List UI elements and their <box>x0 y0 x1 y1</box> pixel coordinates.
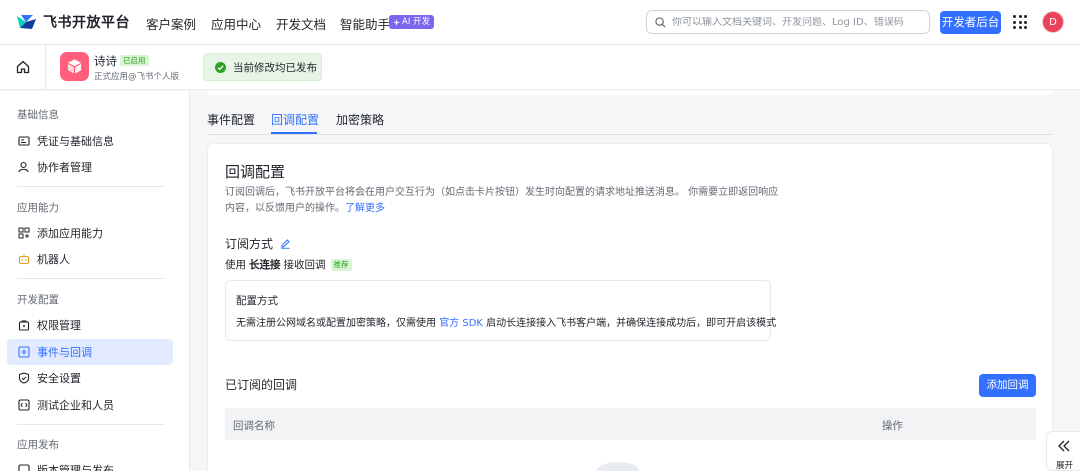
tab-encryption-strategy[interactable]: 加密策略 <box>336 111 384 128</box>
search-box[interactable] <box>646 10 930 34</box>
search-input[interactable] <box>672 16 922 28</box>
sidebar-divider <box>17 278 164 279</box>
active-tab-indicator <box>271 132 317 134</box>
shield-icon <box>18 372 30 384</box>
developer-console-button[interactable]: 开发者后台 <box>940 11 1001 34</box>
use-suffix: 接收回调 <box>283 259 326 271</box>
apps-icon <box>18 227 30 239</box>
permission-lock-icon <box>18 320 30 331</box>
use-prefix: 使用 <box>225 259 246 271</box>
sidebar-item-version-release[interactable]: 版本管理与发布 <box>7 457 173 471</box>
app-status-badge: 已启用 <box>120 55 149 66</box>
event-icon <box>18 346 30 358</box>
sidebar-group-basic-info: 基础信息 <box>17 109 59 121</box>
robot-icon <box>18 254 30 265</box>
user-icon <box>18 161 29 173</box>
ai-badge-label: AI 开发 <box>402 17 431 27</box>
brand-name: 飞书开放平台 <box>43 15 130 31</box>
sidebar-item-test-tenants[interactable]: 测试企业和人员 <box>7 392 173 418</box>
release-icon <box>18 464 30 471</box>
config-desc-after: 启动长连接接入飞书客户端，并确保连接成功后，即可开启该模式 <box>486 318 777 329</box>
sidebar-item-permissions[interactable]: 权限管理 <box>7 312 173 338</box>
tab-callback-config[interactable]: 回调配置 <box>271 111 319 128</box>
app-icon <box>60 52 89 81</box>
nav-ai-assistant[interactable]: 智能助手 <box>340 14 390 33</box>
description-text: 订阅回调后，飞书开放平台将会在用户交互行为（如点击卡片按钮）发生时向配置的请求地… <box>225 187 779 214</box>
subscription-mode-label: 订阅方式 <box>225 237 274 251</box>
nav-customer-cases[interactable]: 客户案例 <box>146 14 196 33</box>
previous-card-edge <box>207 90 1053 95</box>
nav-dev-docs[interactable]: 开发文档 <box>276 14 326 33</box>
add-callback-button[interactable]: 添加回调 <box>979 374 1036 397</box>
sidebar-item-label: 权限管理 <box>37 319 81 332</box>
sidebar-item-security[interactable]: 安全设置 <box>7 365 173 391</box>
learn-more-link[interactable]: 了解更多 <box>345 203 385 214</box>
sparkle-icon <box>393 18 400 26</box>
config-method-title: 配置方式 <box>236 295 278 307</box>
test-code-icon <box>18 399 30 411</box>
sidebar-item-label: 版本管理与发布 <box>37 464 114 471</box>
sidebar-item-collaborators[interactable]: 协作者管理 <box>7 154 173 180</box>
sidebar-item-credentials[interactable]: 凭证与基础信息 <box>7 128 173 154</box>
tab-event-config[interactable]: 事件配置 <box>207 111 255 128</box>
sidebar-item-label: 凭证与基础信息 <box>37 135 114 148</box>
use-mode: 长连接 <box>249 259 281 271</box>
sidebar-divider <box>17 186 164 187</box>
config-method-box <box>225 280 771 341</box>
sidebar-group-dev-config: 开发配置 <box>17 294 59 306</box>
sidebar-group-app-capabilities: 应用能力 <box>17 202 59 214</box>
check-circle-icon <box>215 61 226 73</box>
sidebar-item-bot[interactable]: 机器人 <box>7 246 173 272</box>
page-title: 回调配置 <box>225 163 286 181</box>
config-desc-before: 无需注册公网域名或配置加密策略，仅需使用 <box>236 318 436 329</box>
sidebar-item-label: 测试企业和人员 <box>37 399 114 412</box>
search-icon <box>655 16 666 28</box>
callbacks-table-header <box>225 408 1036 440</box>
edit-pencil-icon[interactable] <box>280 238 291 249</box>
app-name: 诗诗 <box>94 54 117 68</box>
sidebar-item-label: 安全设置 <box>37 372 81 385</box>
column-header-actions: 操作 <box>882 420 903 432</box>
top-nav: 飞书开放平台 客户案例 应用中心 开发文档 智能助手 AI 开发 开发者后台 D <box>0 0 1080 45</box>
subscription-mode-value: 使用 长连接 接收回调 推荐 <box>225 257 352 272</box>
sidebar-item-label: 添加应用能力 <box>37 227 103 240</box>
nav-app-center[interactable]: 应用中心 <box>211 14 261 33</box>
app-grid-icon[interactable] <box>1013 15 1027 29</box>
callback-description: 订阅回调后，飞书开放平台将会在用户交互行为（如点击卡片按钮）发生时向配置的请求地… <box>225 185 785 217</box>
recommended-badge: 推荐 <box>330 258 352 271</box>
app-header: 诗诗 已启用 正式应用@飞书个人版 当前修改均已发布 <box>0 45 1080 90</box>
subscribed-callbacks-title: 已订阅的回调 <box>225 378 298 392</box>
column-header-callback-name: 回调名称 <box>233 420 275 432</box>
sidebar-item-label: 机器人 <box>37 253 70 266</box>
subscription-mode-heading: 订阅方式 <box>225 235 291 252</box>
sidebar-item-add-capability[interactable]: 添加应用能力 <box>7 220 173 246</box>
home-icon[interactable] <box>16 60 30 74</box>
cube-icon <box>67 59 82 74</box>
brand-logo[interactable]: 飞书开放平台 <box>15 12 130 32</box>
publish-status-text: 当前修改均已发布 <box>233 61 317 74</box>
sidebar-item-label: 事件与回调 <box>37 346 92 359</box>
publish-status-notice: 当前修改均已发布 <box>203 53 322 81</box>
config-method-description: 无需注册公网域名或配置加密策略，仅需使用 官方 SDK 启动长连接接入飞书客户端… <box>236 314 776 329</box>
expand-label: 展开 <box>1056 461 1074 471</box>
credential-card-icon <box>18 136 30 146</box>
avatar[interactable]: D <box>1042 11 1064 33</box>
app-subtitle: 正式应用@飞书个人版 <box>94 72 180 82</box>
official-sdk-link[interactable]: 官方 SDK <box>439 318 483 329</box>
sidebar-divider <box>17 424 164 425</box>
sidebar-group-app-release: 应用发布 <box>17 439 59 451</box>
divider <box>45 45 46 90</box>
ai-badge: AI 开发 <box>389 15 435 29</box>
feishu-logo-icon <box>17 15 36 29</box>
sidebar-item-events-callbacks[interactable]: 事件与回调 <box>7 339 173 365</box>
config-tabs <box>207 108 1053 135</box>
double-chevron-left-icon <box>1058 440 1070 452</box>
sidebar-item-label: 协作者管理 <box>37 161 92 174</box>
